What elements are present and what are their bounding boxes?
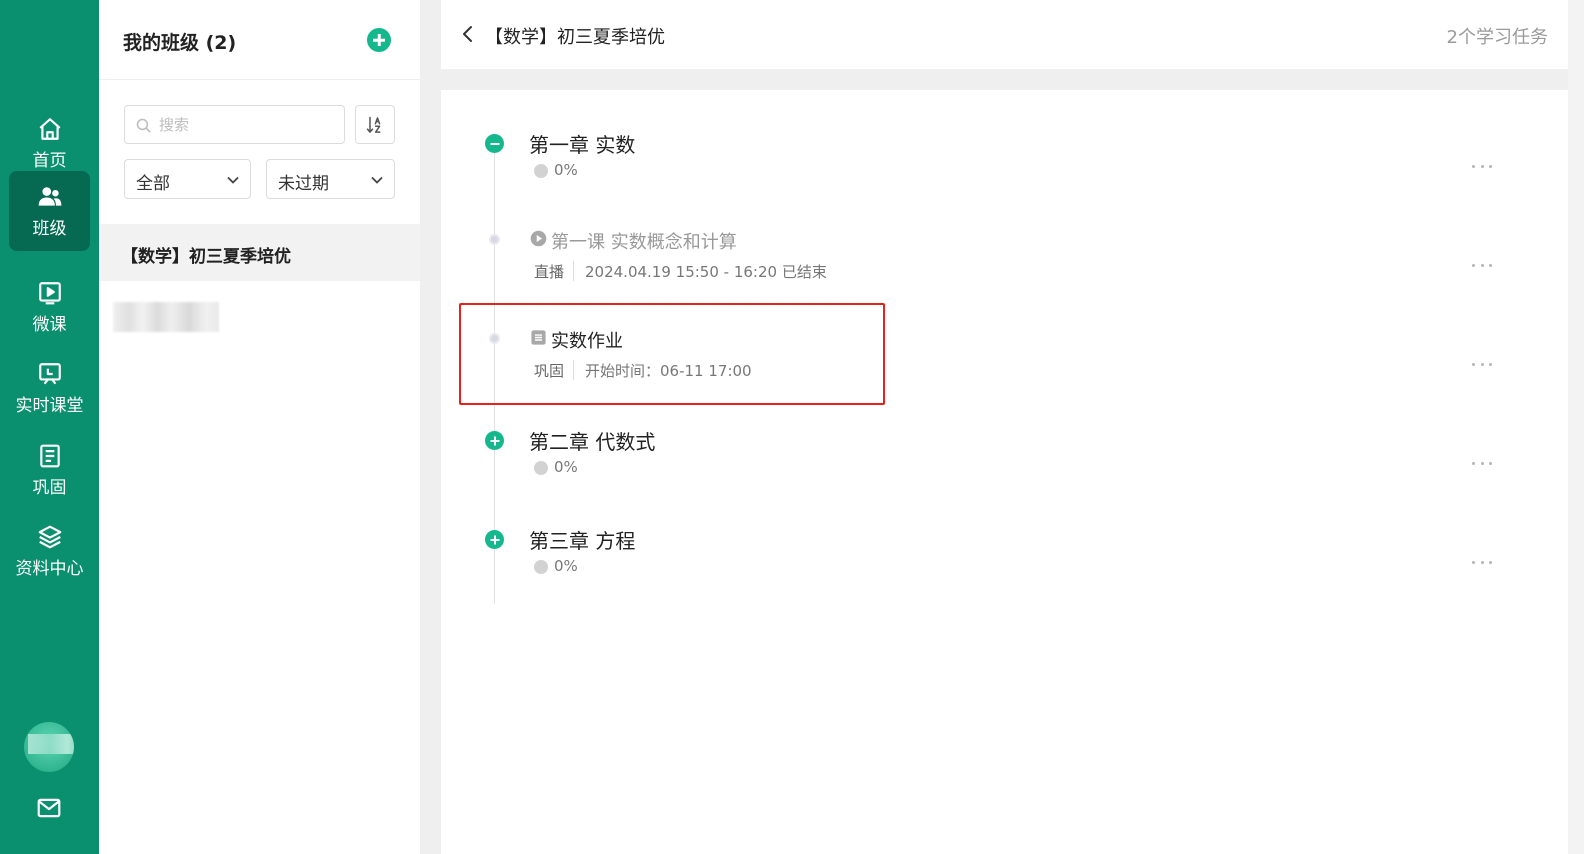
- expand-chapter-button[interactable]: [485, 530, 504, 549]
- type-filter-value: 全部: [136, 174, 170, 194]
- nav-item-label: 微课: [32, 314, 67, 335]
- live-classroom-icon: [38, 362, 61, 384]
- chapter-node: 第三章 方程 0%: [441, 516, 1568, 606]
- chevron-down-icon: [227, 176, 239, 184]
- homework-doc-icon: [531, 330, 546, 345]
- class-list-item[interactable]: 【数学】初三夏季培优: [99, 224, 420, 281]
- lesson-title: 第一课 实数概念和计算: [551, 232, 737, 253]
- more-options-icon[interactable]: [1472, 264, 1492, 270]
- add-class-button[interactable]: [367, 28, 391, 52]
- blurred-class-item[interactable]: [113, 302, 219, 332]
- progress-indicator: [534, 461, 548, 475]
- more-options-icon[interactable]: [1472, 561, 1492, 567]
- progress-text: 0%: [554, 458, 578, 476]
- nav-item-label: 资料中心: [15, 558, 84, 579]
- class-list-panel: 我的班级 (2) 全部 未过期 【数学】初三夏季培优: [99, 0, 420, 854]
- chapter-title[interactable]: 第三章 方程: [529, 525, 635, 554]
- status-filter-select[interactable]: 未过期: [266, 159, 395, 199]
- collapse-chapter-button[interactable]: [485, 134, 504, 153]
- chapter-node: 第一章 实数 0%: [441, 120, 1568, 210]
- type-filter-select[interactable]: 全部: [124, 159, 251, 199]
- class-users-icon: [38, 186, 61, 206]
- progress-text: 0%: [554, 557, 578, 575]
- search-icon: [136, 118, 151, 133]
- content-header: 【数学】初三夏季培优 2个学习任务: [441, 0, 1568, 69]
- meta-divider: [573, 261, 574, 281]
- nav-item-micro-lesson[interactable]: 微课: [9, 267, 90, 347]
- nav-item-live-classroom[interactable]: 实时课堂: [9, 348, 90, 428]
- timeline-dot: [489, 333, 500, 344]
- class-panel-header: 我的班级 (2): [99, 0, 420, 80]
- chapter-title[interactable]: 第二章 代数式: [529, 426, 655, 455]
- mail-icon[interactable]: [36, 795, 62, 821]
- avatar[interactable]: [24, 722, 74, 772]
- chapter-title[interactable]: 第一章 实数: [529, 129, 635, 158]
- search-box[interactable]: [124, 105, 345, 144]
- homework-node[interactable]: 实数作业 巩固 开始时间：06-11 17:00: [441, 317, 1568, 407]
- status-filter-value: 未过期: [278, 174, 329, 194]
- chevron-down-icon: [371, 176, 383, 184]
- homework-title: 实数作业: [551, 331, 623, 352]
- resource-layers-icon: [38, 525, 61, 548]
- nav-rail: 首页 班级 微课 实时课堂 巩固 资料中心: [0, 0, 99, 854]
- progress-indicator: [534, 560, 548, 574]
- more-options-icon[interactable]: [1472, 462, 1492, 468]
- nav-item-practice[interactable]: 巩固: [9, 430, 90, 510]
- homework-start-time: 开始时间：06-11 17:00: [585, 362, 752, 380]
- progress-text: 0%: [554, 161, 578, 179]
- back-arrow-icon[interactable]: [461, 25, 475, 43]
- sort-button[interactable]: [355, 105, 395, 144]
- expand-chapter-button[interactable]: [485, 431, 504, 450]
- lesson-node[interactable]: 第一课 实数概念和计算 直播 2024.04.19 15:50 - 16:20 …: [441, 218, 1568, 308]
- nav-item-label: 班级: [32, 218, 67, 239]
- home-icon: [39, 117, 60, 140]
- progress-indicator: [534, 164, 548, 178]
- nav-item-label: 巩固: [32, 477, 67, 498]
- scrollbar-track[interactable]: [1568, 0, 1584, 854]
- course-timeline: 第一章 实数 0% 第一课 实数概念和计算 直播 2024.04.19 15:5…: [441, 90, 1568, 854]
- class-name: 【数学】初三夏季培优: [121, 247, 291, 267]
- task-count: 2个学习任务: [1446, 27, 1548, 48]
- chapter-node: 第二章 代数式 0%: [441, 417, 1568, 507]
- nav-item-label: 首页: [32, 150, 67, 171]
- micro-lesson-icon: [38, 281, 61, 304]
- timeline-dot: [489, 234, 500, 245]
- nav-item-class[interactable]: 班级: [9, 171, 90, 251]
- page-title: 【数学】初三夏季培优: [485, 27, 665, 48]
- more-options-icon[interactable]: [1472, 363, 1492, 369]
- sort-az-icon: [366, 116, 381, 133]
- homework-type-tag: 巩固: [534, 362, 565, 380]
- lesson-schedule: 2024.04.19 15:50 - 16:20 已结束: [585, 263, 827, 281]
- nav-item-label: 实时课堂: [15, 395, 84, 416]
- play-circle-icon: [530, 230, 547, 247]
- meta-divider: [573, 360, 574, 380]
- search-input[interactable]: [159, 106, 339, 143]
- practice-icon: [39, 444, 60, 467]
- class-panel-title: 我的班级 (2): [123, 32, 237, 54]
- more-options-icon[interactable]: [1472, 165, 1492, 171]
- nav-item-resource-center[interactable]: 资料中心: [9, 511, 90, 591]
- lesson-type-tag: 直播: [534, 263, 565, 281]
